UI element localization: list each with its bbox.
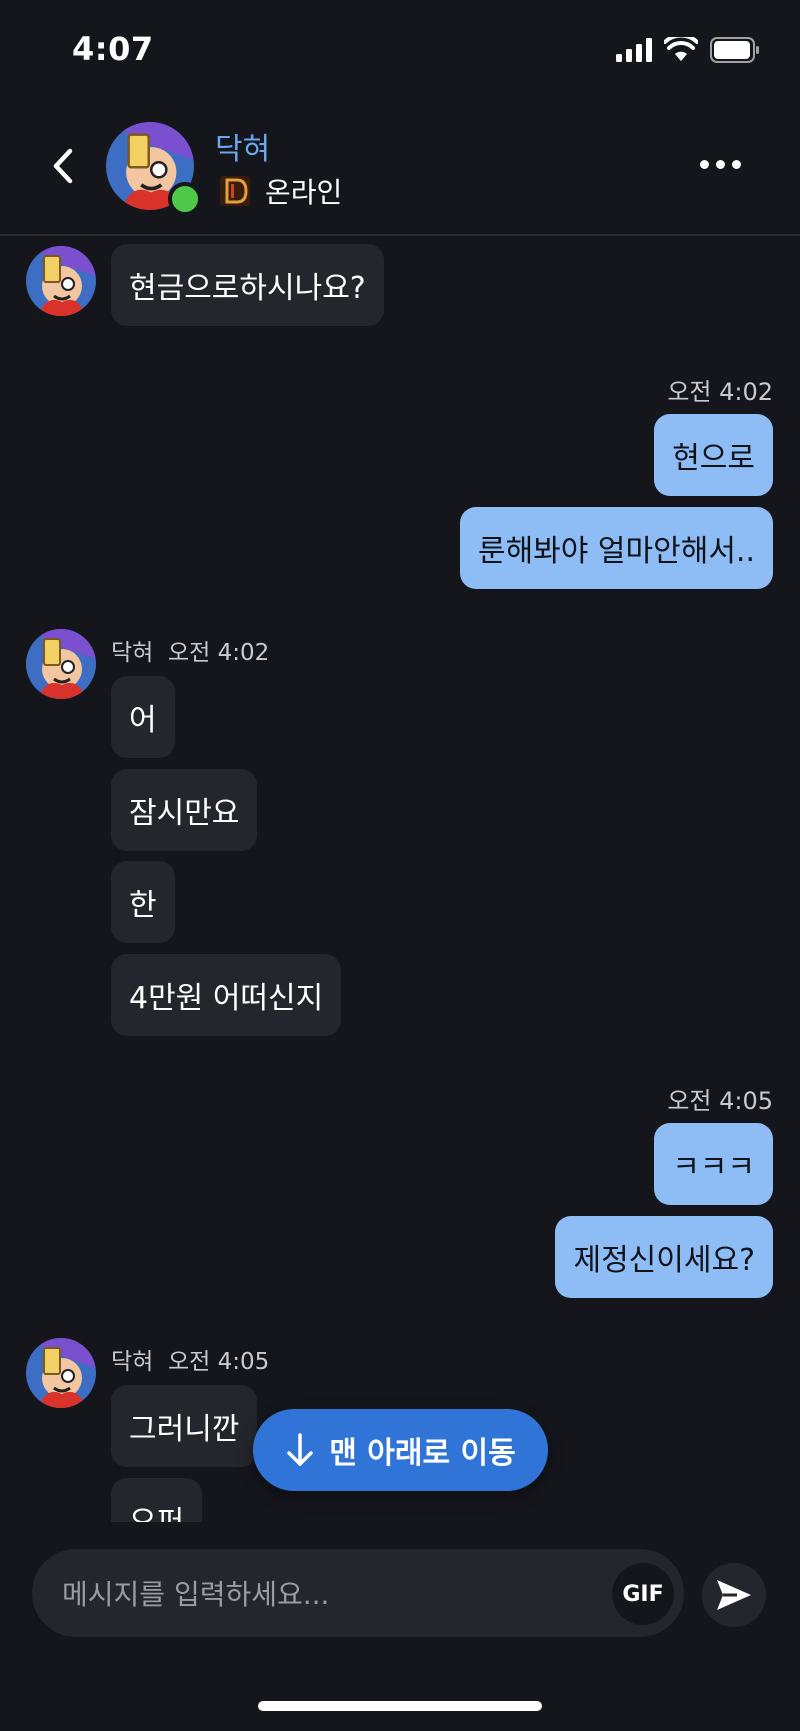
message-timestamp: 오전 4:05 bbox=[667, 1087, 773, 1115]
message-bubble[interactable]: 4만원 어떠신지 bbox=[111, 954, 342, 1036]
message-timestamp: 오전 4:02 bbox=[167, 640, 270, 666]
wifi-icon bbox=[664, 37, 698, 61]
game-logo-icon bbox=[220, 176, 250, 206]
sender-name: 닥혀 bbox=[111, 640, 154, 666]
sender-name: 닥혀 bbox=[111, 1349, 154, 1375]
message-bubble[interactable]: 현금으로하시나요? bbox=[111, 244, 384, 326]
contact-name[interactable]: 닥혀 bbox=[215, 124, 270, 168]
message-bubble[interactable]: 그러니깐 bbox=[111, 1385, 258, 1467]
message-bubble[interactable]: 한 bbox=[111, 861, 175, 943]
more-icon[interactable] bbox=[700, 160, 741, 169]
message-timestamp: 오전 4:02 bbox=[667, 378, 773, 406]
arrow-down-icon bbox=[287, 1433, 313, 1466]
home-indicator bbox=[258, 1701, 542, 1711]
jump-to-bottom-button[interactable]: 맨 아래로 이동 bbox=[253, 1409, 548, 1491]
send-button[interactable] bbox=[702, 1563, 766, 1627]
message-bubble[interactable]: 제정신이세요? bbox=[555, 1216, 773, 1298]
message-meta: 닥혀 오전 4:02 bbox=[111, 633, 269, 667]
status-icons bbox=[616, 34, 760, 66]
jump-to-bottom-label: 맨 아래로 이동 bbox=[329, 1436, 516, 1471]
status-time: 4:07 bbox=[72, 30, 154, 68]
battery-icon bbox=[710, 37, 759, 63]
message-timestamp: 오전 4:05 bbox=[167, 1349, 270, 1375]
message-composer: GIF bbox=[32, 1549, 684, 1639]
message-bubble[interactable]: ㅋㅋㅋ bbox=[654, 1123, 773, 1205]
message-meta: 닥혀 오전 4:05 bbox=[111, 1342, 269, 1376]
message-bubble[interactable]: 잠시만요 bbox=[111, 769, 258, 851]
send-icon bbox=[717, 1580, 751, 1610]
contact-status: 온라인 bbox=[265, 176, 343, 209]
sender-avatar[interactable] bbox=[26, 1338, 96, 1408]
message-bubble[interactable]: 룬해봐야 얼마안해서.. bbox=[459, 507, 773, 589]
signal-icon bbox=[616, 38, 652, 62]
message-list[interactable]: 현금으로하시나요? 오전 4:02 현으로 룬해봐야 얼마안해서.. 닥혀 오전… bbox=[0, 236, 800, 1522]
message-bubble[interactable]: 어 bbox=[111, 676, 175, 758]
gif-button[interactable]: GIF bbox=[612, 1563, 674, 1625]
online-indicator bbox=[168, 182, 202, 216]
sender-avatar[interactable] bbox=[26, 246, 96, 316]
message-input[interactable] bbox=[60, 1549, 584, 1639]
message-bubble[interactable]: 현으로 bbox=[654, 414, 773, 496]
sender-avatar[interactable] bbox=[26, 629, 96, 699]
message-bubble[interactable]: 오퍼 bbox=[111, 1478, 203, 1522]
back-chevron-icon[interactable] bbox=[46, 145, 80, 187]
